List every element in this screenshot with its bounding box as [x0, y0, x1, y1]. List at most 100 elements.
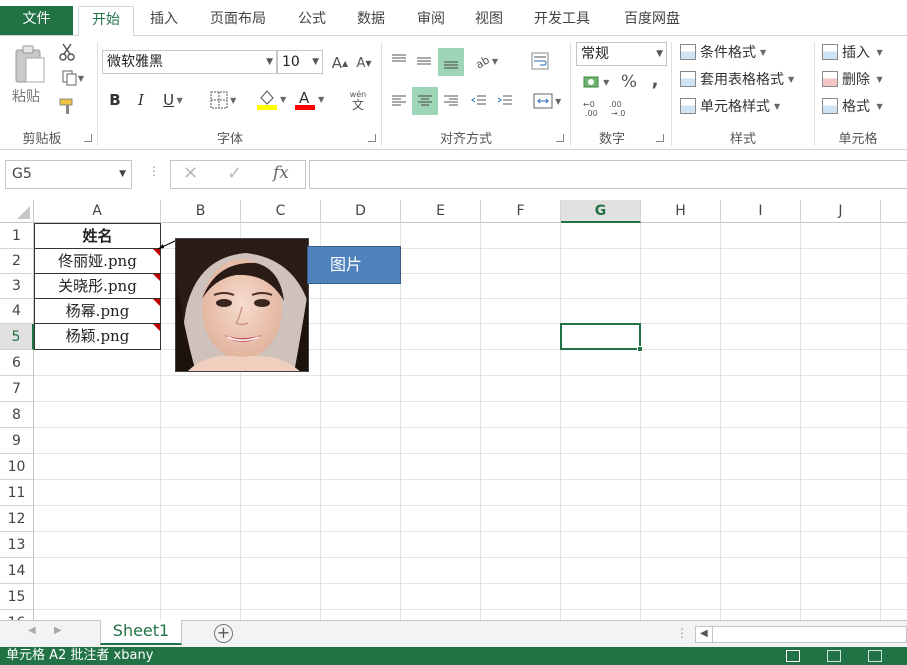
- fill-handle[interactable]: [637, 346, 643, 352]
- tab-home[interactable]: 开始: [78, 6, 134, 37]
- enter-icon[interactable]: ✓: [227, 163, 242, 184]
- cut-icon[interactable]: [56, 42, 78, 62]
- column-header[interactable]: E: [401, 200, 481, 223]
- add-sheet-icon[interactable]: +: [214, 624, 233, 643]
- paste-icon[interactable]: [10, 42, 50, 88]
- scroll-right-icon[interactable]: ▶: [54, 625, 62, 636]
- bold-button[interactable]: B: [104, 88, 126, 112]
- delete-cells-button[interactable]: 删除 ▼: [822, 69, 883, 89]
- row-header[interactable]: 6: [0, 350, 34, 376]
- column-header-selected[interactable]: G: [561, 200, 641, 223]
- column-header[interactable]: [881, 200, 907, 223]
- select-all-corner[interactable]: [0, 200, 34, 223]
- row-header[interactable]: 16: [0, 610, 34, 620]
- shrink-font-icon[interactable]: A ▼: [354, 52, 374, 74]
- page-break-view-icon[interactable]: [868, 650, 882, 662]
- alignment-launcher-icon[interactable]: [556, 134, 564, 142]
- align-right-icon[interactable]: [440, 88, 462, 114]
- column-header[interactable]: J: [801, 200, 881, 223]
- cell-styles-button[interactable]: 单元格样式 ▼: [680, 96, 780, 116]
- number-launcher-icon[interactable]: [656, 134, 664, 142]
- column-header[interactable]: C: [241, 200, 321, 223]
- accounting-format-icon[interactable]: ▼: [578, 70, 614, 94]
- underline-button[interactable]: U ▼: [156, 88, 190, 112]
- phonetic-icon[interactable]: wén 文: [340, 86, 376, 114]
- row-header-selected[interactable]: 5: [0, 324, 34, 350]
- row-header[interactable]: 8: [0, 402, 34, 428]
- row-header[interactable]: 11: [0, 480, 34, 506]
- align-center-icon[interactable]: [412, 87, 438, 115]
- scroll-left-icon[interactable]: ◀: [28, 625, 36, 636]
- row-header[interactable]: 10: [0, 454, 34, 480]
- sheet-tab-sheet1[interactable]: Sheet1: [100, 620, 182, 645]
- cell-A4[interactable]: 杨幂.png: [34, 298, 161, 324]
- row-header[interactable]: 13: [0, 532, 34, 558]
- grow-font-icon[interactable]: A ▲: [330, 52, 350, 74]
- tab-page-layout[interactable]: 页面布局: [198, 6, 278, 35]
- format-cells-button[interactable]: 格式 ▼: [822, 96, 883, 116]
- decrease-indent-icon[interactable]: [468, 88, 490, 114]
- row-header[interactable]: 3: [0, 274, 34, 299]
- column-header[interactable]: I: [721, 200, 801, 223]
- cancel-icon[interactable]: ✕: [183, 163, 198, 184]
- font-launcher-icon[interactable]: [368, 134, 376, 142]
- font-color-icon[interactable]: A ▼: [290, 86, 328, 112]
- comma-style-button[interactable]: ,: [644, 68, 666, 92]
- decrease-decimal-icon[interactable]: .00 →.0: [606, 96, 630, 120]
- scroll-left-arrow-icon[interactable]: ◀: [700, 628, 708, 639]
- row-header[interactable]: 2: [0, 249, 34, 274]
- conditional-formatting-button[interactable]: 条件格式 ▼: [680, 42, 766, 62]
- page-layout-view-icon[interactable]: [827, 650, 841, 662]
- row-header[interactable]: 14: [0, 558, 34, 584]
- normal-view-icon[interactable]: [786, 650, 800, 662]
- tab-developer[interactable]: 开发工具: [524, 6, 600, 35]
- tab-file[interactable]: 文件: [0, 6, 73, 35]
- picture-shape[interactable]: 图片: [307, 246, 401, 284]
- column-header[interactable]: B: [161, 200, 241, 223]
- tab-baidu-netdisk[interactable]: 百度网盘: [612, 6, 692, 35]
- align-middle-icon[interactable]: [413, 48, 435, 74]
- format-as-table-button[interactable]: 套用表格格式 ▼: [680, 69, 794, 89]
- percent-button[interactable]: %: [618, 70, 640, 94]
- formula-input[interactable]: [309, 160, 907, 189]
- borders-icon[interactable]: ▼: [204, 88, 242, 112]
- increase-decimal-icon[interactable]: ←0.00: [580, 96, 604, 120]
- column-header[interactable]: A: [34, 200, 161, 223]
- align-left-icon[interactable]: [388, 88, 410, 114]
- row-header[interactable]: 12: [0, 506, 34, 532]
- clipboard-launcher-icon[interactable]: [84, 134, 92, 142]
- align-bottom-icon[interactable]: [438, 48, 464, 76]
- italic-button[interactable]: I: [130, 88, 152, 112]
- active-cell-G5[interactable]: [560, 323, 643, 352]
- worksheet-grid[interactable]: A B C D E F G H I J 1 2 3 4 5 6 7 8 9 10…: [0, 200, 907, 620]
- tab-insert[interactable]: 插入: [138, 6, 190, 35]
- fill-color-icon[interactable]: ▼: [252, 86, 290, 112]
- cell-A1[interactable]: 姓名: [34, 223, 161, 249]
- column-header[interactable]: H: [641, 200, 721, 223]
- font-size-select[interactable]: 10 ▼: [277, 50, 323, 74]
- format-painter-icon[interactable]: [56, 96, 78, 116]
- row-header[interactable]: 1: [0, 223, 34, 249]
- insert-cells-button[interactable]: 插入 ▼: [822, 42, 883, 62]
- increase-indent-icon[interactable]: [494, 88, 516, 114]
- orientation-icon[interactable]: ab ▼: [468, 48, 504, 74]
- merge-center-icon[interactable]: ▼: [528, 88, 566, 114]
- horizontal-scrollbar[interactable]: ◀: [695, 626, 907, 643]
- tab-review[interactable]: 审阅: [406, 6, 456, 35]
- cell-A2[interactable]: 佟丽娅.png: [34, 248, 161, 274]
- row-header[interactable]: 4: [0, 299, 34, 324]
- align-top-icon[interactable]: [388, 48, 410, 74]
- tab-view[interactable]: 视图: [464, 6, 514, 35]
- cell-A3[interactable]: 关晓彤.png: [34, 273, 161, 299]
- copy-icon[interactable]: ▼: [56, 68, 90, 88]
- name-box[interactable]: G5 ▼: [5, 160, 132, 189]
- column-header[interactable]: F: [481, 200, 561, 223]
- tab-data[interactable]: 数据: [346, 6, 396, 35]
- wrap-text-icon[interactable]: [528, 48, 552, 74]
- row-header[interactable]: 9: [0, 428, 34, 454]
- tab-formulas[interactable]: 公式: [288, 6, 336, 35]
- insert-function-icon[interactable]: fx: [273, 163, 289, 183]
- paste-label[interactable]: 粘贴: [12, 86, 40, 106]
- font-name-select[interactable]: 微软雅黑 ▼: [102, 50, 277, 74]
- number-format-select[interactable]: 常规 ▼: [576, 42, 667, 66]
